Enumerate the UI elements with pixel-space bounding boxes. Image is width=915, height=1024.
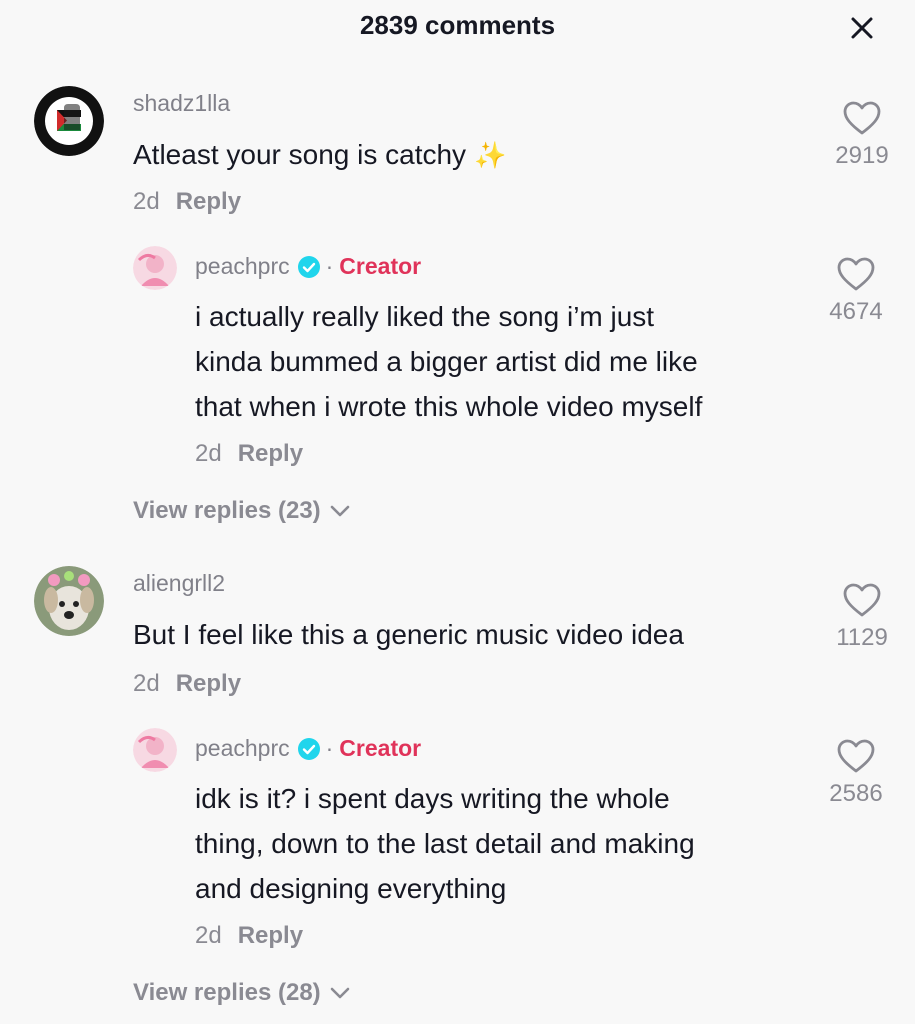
reply-text-line: and designing everything — [195, 873, 507, 904]
heart-icon[interactable] — [836, 256, 876, 292]
reply-button[interactable]: Reply — [238, 922, 303, 949]
reply-button[interactable]: Reply — [238, 440, 303, 467]
comment-text: But I feel like this a generic music vid… — [133, 612, 793, 657]
reply-username[interactable]: peachprc — [195, 253, 290, 280]
reply-button[interactable]: Reply — [176, 188, 241, 215]
avatar[interactable] — [34, 566, 104, 636]
reply-text-line: i actually really liked the song i’m jus… — [195, 301, 655, 332]
separator-dot: · — [325, 253, 334, 279]
heart-icon[interactable] — [842, 582, 882, 618]
reply-text-line: that when i wrote this whole video mysel… — [195, 391, 703, 422]
comment-time: 2d — [133, 188, 160, 215]
verified-badge-icon — [297, 737, 320, 760]
free-palestine-avatar-icon — [34, 86, 104, 156]
comment-username[interactable]: aliengrll2 — [133, 570, 225, 597]
separator-dot: · — [325, 735, 334, 761]
like-count: 2919 — [835, 142, 889, 169]
like-count: 1129 — [836, 624, 888, 651]
reply-time: 2d — [195, 440, 222, 467]
comment-time: 2d — [133, 670, 160, 697]
like-count: 4674 — [829, 298, 883, 325]
reply-meta: 2d Reply — [195, 440, 303, 468]
comment-text-body: Atleast your song is catchy — [133, 139, 467, 170]
reply-text: idk is it? i spent days writing the whol… — [195, 776, 815, 911]
comments-count-title: 2839 comments — [359, 10, 556, 40]
like-count: 2586 — [829, 780, 883, 807]
creator-avatar[interactable] — [133, 728, 177, 772]
reply-text-line: idk is it? i spent days writing the whol… — [195, 783, 670, 814]
like-button[interactable]: 2919 — [822, 100, 902, 170]
comment-text: Atleast your song is catchy ✨ — [133, 132, 753, 178]
comments-header: 2839 comments — [0, 0, 915, 56]
creator-name-row: peachprc · Creator — [195, 253, 421, 280]
dog-avatar-image — [34, 566, 104, 636]
heart-icon[interactable] — [836, 738, 876, 774]
creator-badge: Creator — [339, 253, 422, 279]
creator-avatar-image — [133, 246, 177, 290]
avatar[interactable] — [34, 86, 104, 156]
view-replies-label: View replies (28) — [133, 979, 321, 1006]
reply-text-line: kinda bummed a bigger artist did me like — [195, 346, 698, 377]
like-button[interactable]: 1129 — [822, 582, 902, 652]
reply-meta: 2d Reply — [195, 922, 303, 950]
view-replies-button[interactable]: View replies (28) — [133, 979, 351, 1007]
chevron-down-icon — [330, 987, 349, 999]
verified-badge-icon — [297, 255, 320, 278]
creator-avatar-image — [133, 728, 177, 772]
view-replies-label: View replies (23) — [133, 497, 321, 524]
reply-text-line: thing, down to the last detail and makin… — [195, 828, 695, 859]
reply-button[interactable]: Reply — [176, 670, 241, 697]
reply-time: 2d — [195, 922, 222, 949]
close-icon[interactable] — [846, 12, 878, 44]
sparkles-emoji: ✨ — [474, 140, 507, 170]
like-button[interactable]: 2586 — [816, 738, 896, 808]
chevron-down-icon — [330, 505, 349, 517]
comment-meta: 2d Reply — [133, 188, 241, 216]
comment-username[interactable]: shadz1lla — [133, 90, 230, 117]
creator-name-row: peachprc · Creator — [195, 735, 421, 762]
reply-username[interactable]: peachprc — [195, 735, 290, 762]
like-button[interactable]: 4674 — [816, 256, 896, 326]
creator-avatar[interactable] — [133, 246, 177, 290]
reply-text: i actually really liked the song i’m jus… — [195, 294, 815, 429]
comment-meta: 2d Reply — [133, 670, 241, 698]
heart-icon[interactable] — [842, 100, 882, 136]
view-replies-button[interactable]: View replies (23) — [133, 497, 351, 525]
creator-badge: Creator — [339, 735, 422, 761]
comment-text-body: But I feel like this a generic music vid… — [133, 619, 684, 650]
